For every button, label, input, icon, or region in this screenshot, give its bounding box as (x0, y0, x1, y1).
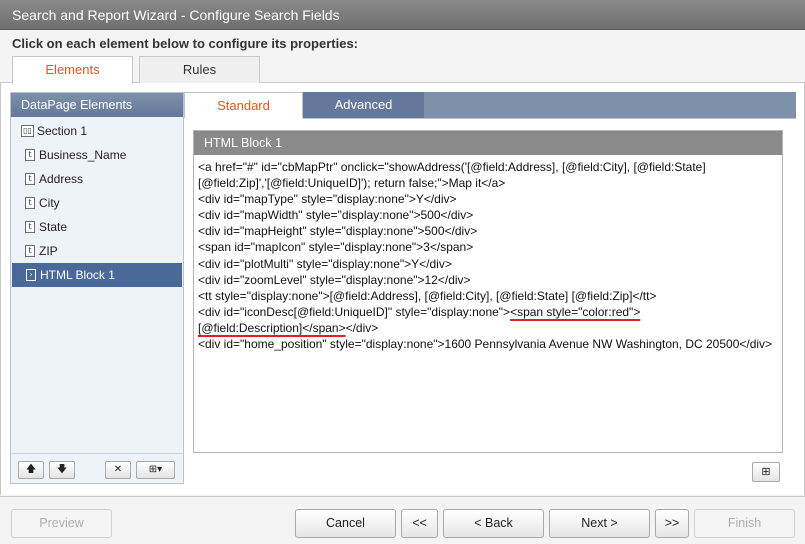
tree-item-city[interactable]: t City (11, 191, 183, 215)
tree-item-label: City (39, 196, 60, 210)
tree-item-label: ZIP (39, 244, 58, 258)
text-field-icon: t (25, 245, 35, 257)
tree-item-label: HTML Block 1 (40, 268, 115, 282)
tree-item-section-1[interactable]: ▯▯ Section 1 (11, 119, 183, 143)
instruction-text: Click on each element below to configure… (12, 36, 359, 51)
tree-item-state[interactable]: t State (11, 215, 183, 239)
tree-item-address[interactable]: t Address (11, 167, 183, 191)
tree-item-business-name[interactable]: t Business_Name (11, 143, 183, 167)
tab-standard[interactable]: Standard (184, 92, 303, 118)
section-icon: ▯▯ (21, 125, 34, 137)
datapage-elements-panel: DataPage Elements ▯▯ Section 1 t Busines… (10, 92, 184, 484)
insert-element-button[interactable]: ⊞▾ (136, 461, 175, 479)
inner-tab-divider (303, 118, 796, 119)
html-block-icon: › (26, 269, 36, 281)
tree-item-zip[interactable]: t ZIP (11, 239, 183, 263)
back-button[interactable]: < Back (443, 509, 544, 538)
first-page-button[interactable]: << (401, 509, 438, 538)
finish-button[interactable]: Finish (694, 509, 795, 538)
delete-button[interactable]: ✕ (105, 461, 131, 479)
tree-item-label: Business_Name (39, 148, 127, 162)
text-field-icon: t (25, 149, 35, 161)
highlighted-code: <span style="color:red"> (510, 304, 641, 319)
tree-item-html-block-1[interactable]: › HTML Block 1 (12, 263, 182, 287)
highlighted-code: [@field:Description]</span> (198, 320, 346, 335)
text-field-icon: t (25, 197, 35, 209)
preview-button[interactable]: Preview (11, 509, 112, 538)
cancel-button[interactable]: Cancel (295, 509, 396, 538)
move-up-button[interactable]: 🡅 (18, 461, 44, 479)
inner-tab-strip (424, 92, 796, 118)
element-toolbar: 🡅 🡇 ✕ ⊞▾ (11, 453, 183, 483)
html-code-textarea[interactable]: <a href="#" id="cbMapPtr" onclick="showA… (194, 155, 782, 352)
tree-item-label: Address (39, 172, 84, 186)
html-block-title: HTML Block 1 (194, 131, 782, 155)
html-block-editor: HTML Block 1 <a href="#" id="cbMapPtr" o… (193, 130, 783, 453)
window-title: Search and Report Wizard - Configure Sea… (0, 0, 805, 30)
text-field-icon: t (25, 221, 35, 233)
tab-elements[interactable]: Elements (12, 56, 133, 84)
tab-rules[interactable]: Rules (139, 56, 260, 83)
footer-divider (0, 496, 805, 497)
tab-advanced[interactable]: Advanced (303, 92, 424, 118)
text-field-icon: t (25, 173, 35, 185)
code-text: <a href="#" id="cbMapPtr" onclick="showA… (198, 160, 706, 319)
insert-field-button[interactable]: ⊞ (752, 462, 780, 482)
tree-item-label: State (39, 220, 68, 234)
tree-item-label: Section 1 (37, 124, 88, 138)
last-page-button[interactable]: >> (655, 509, 689, 538)
next-button[interactable]: Next > (549, 509, 650, 538)
datapage-elements-title: DataPage Elements (11, 93, 183, 117)
move-down-button[interactable]: 🡇 (49, 461, 75, 479)
